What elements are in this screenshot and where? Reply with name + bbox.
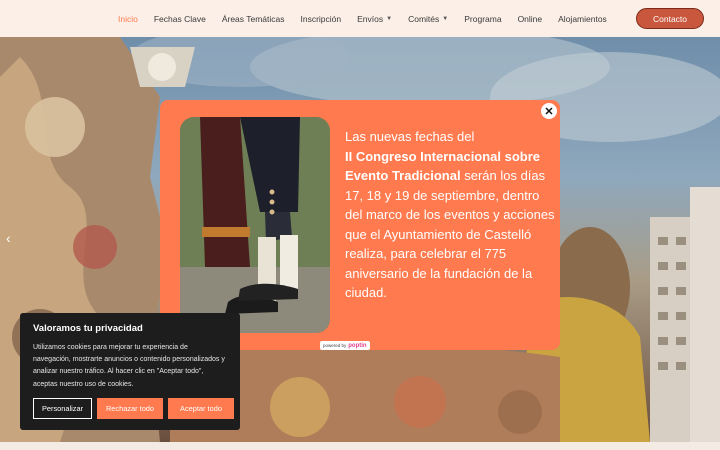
page-bottom-strip — [0, 442, 720, 450]
nav-item-label: Envíos — [357, 13, 384, 24]
poptin-logo: poptin — [348, 342, 367, 349]
nav-item-label: Inicio — [118, 13, 138, 24]
nav-item-inscripcion[interactable]: Inscripción — [301, 14, 342, 24]
nav-item-programa[interactable]: Programa — [464, 14, 501, 24]
nav-item-label: Alojamientos — [558, 13, 607, 24]
cookie-title: Valoramos tu privacidad — [33, 323, 143, 334]
contact-button[interactable]: Contacto — [636, 8, 704, 29]
close-icon[interactable]: ✕ — [541, 103, 557, 119]
popup-photo-traditional-costume — [180, 117, 330, 333]
powered-by-label: powered by — [323, 343, 347, 348]
popup-text-intro: Las nuevas fechas del — [345, 129, 475, 144]
nav-item-label: Programa — [464, 13, 502, 24]
reject-all-button[interactable]: Rechazar todo — [97, 398, 163, 419]
personalize-button[interactable]: Personalizar — [33, 398, 92, 419]
cookie-description: Utilizamos cookies para mejorar tu exper… — [33, 344, 225, 388]
nav-item-label: Inscripción — [300, 13, 342, 24]
nav-item-comites[interactable]: Comités ▼ — [408, 14, 448, 24]
nav-item-envios[interactable]: Envíos ▼ — [357, 14, 392, 24]
nav-item-alojamientos[interactable]: Alojamientos — [558, 14, 607, 24]
nav-item-label: Áreas Temáticas — [221, 13, 285, 24]
nav-item-fechas-clave[interactable]: Fechas Clave — [154, 14, 206, 24]
caret-down-icon: ▼ — [442, 15, 449, 22]
nav-item-label: Online — [517, 13, 543, 24]
popup-text-rest: serán los días 17, 18 y 19 de septiembre… — [345, 168, 555, 300]
top-navbar: Inicio Fechas Clave Áreas Temáticas Insc… — [0, 0, 720, 37]
main-menu: Inicio Fechas Clave Áreas Temáticas Insc… — [110, 0, 615, 37]
nav-item-label: Fechas Clave — [153, 13, 206, 24]
nav-item-online[interactable]: Online — [518, 14, 543, 24]
popup-message: Las nuevas fechas del II Congreso Intern… — [345, 127, 555, 303]
powered-by-badge[interactable]: powered by poptin — [320, 341, 370, 350]
cookie-actions: Personalizar Rechazar todo Aceptar todo — [33, 398, 234, 419]
cookie-consent-banner: Valoramos tu privacidad Utilizamos cooki… — [20, 313, 240, 430]
nav-item-label: Comités — [408, 13, 440, 24]
nav-item-areas-tematicas[interactable]: Áreas Temáticas — [222, 14, 285, 24]
hero-prev-arrow[interactable]: ‹ — [6, 230, 11, 246]
nav-item-inicio[interactable]: Inicio — [118, 14, 138, 24]
caret-down-icon: ▼ — [386, 15, 393, 22]
accept-all-button[interactable]: Aceptar todo — [168, 398, 234, 419]
